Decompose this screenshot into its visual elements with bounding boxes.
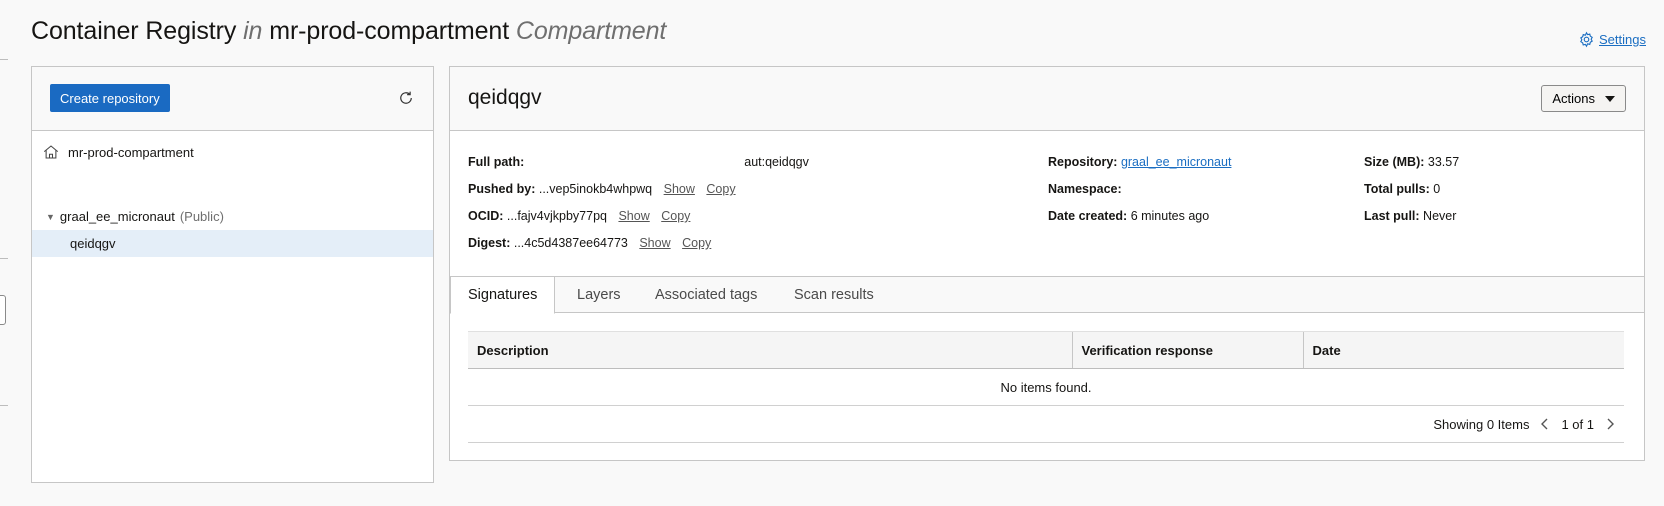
ocid-show-link[interactable]: Show <box>618 209 649 223</box>
tree-root-label: mr-prod-compartment <box>68 144 194 160</box>
column-verification-response[interactable]: Verification response <box>1071 331 1303 369</box>
column-description[interactable]: Description <box>468 331 1072 369</box>
size-value: 33.57 <box>1427 155 1460 169</box>
repo-name: graal_ee_micronaut <box>59 209 175 224</box>
digest-value: ...4c5d4387ee64773 <box>513 236 628 250</box>
digest-copy-link[interactable]: Copy <box>682 236 711 250</box>
create-repository-button[interactable]: Create repository <box>50 84 170 112</box>
repo-visibility: (Public) <box>179 209 224 224</box>
showing-count: Showing 0 Items <box>1433 416 1530 432</box>
actions-label: Actions <box>1552 91 1595 106</box>
edge-divider <box>0 258 8 259</box>
caret-down-icon <box>1605 95 1615 102</box>
actions-button[interactable]: Actions <box>1541 85 1626 112</box>
signatures-table-wrap: Description Verification response Date N… <box>468 331 1624 443</box>
repository-tree-panel: Create repository mr-prod-compartment ▼ … <box>31 66 434 483</box>
edge-divider <box>0 405 8 406</box>
edge-divider <box>0 59 8 60</box>
info-digest: Digest: ...4c5d4387ee64773 Show Copy <box>468 236 712 250</box>
tree-item-image[interactable]: qeidqgv <box>32 230 433 257</box>
full-path-value: aut:qeidqgv <box>744 155 809 169</box>
chevron-right-icon[interactable] <box>1602 416 1618 432</box>
settings-link[interactable]: Settings <box>1578 31 1646 48</box>
repository-link[interactable]: graal_ee_micronaut <box>1121 155 1232 169</box>
image-info: Full path: aut:qeidqgv Pushed by: ...vep5… <box>450 131 1644 276</box>
detail-tabs: Signatures Layers Associated tags Scan r… <box>450 276 1644 314</box>
home-icon <box>43 145 59 159</box>
info-repository: Repository: graal_ee_micronaut <box>1048 155 1232 169</box>
chevron-left-icon[interactable] <box>1537 416 1553 432</box>
tab-scan-results[interactable]: Scan results <box>794 277 874 313</box>
pushed-by-show-link[interactable]: Show <box>664 182 695 196</box>
detail-title: qeidqgv <box>468 86 542 109</box>
info-size: Size (MB): 33.57 <box>1364 155 1460 169</box>
gear-icon <box>1580 31 1593 48</box>
edge-input[interactable] <box>0 295 6 325</box>
info-full-path: Full path: aut:qeidqgv <box>468 155 809 169</box>
title-main: Container Registry <box>31 17 237 45</box>
info-date-created: Date created: 6 minutes ago <box>1048 209 1210 223</box>
title-compartment: mr-prod-compartment <box>269 17 510 45</box>
tab-signatures[interactable]: Signatures <box>450 276 556 314</box>
info-namespace: Namespace: <box>1048 182 1122 196</box>
info-ocid: OCID: ...fajv4vjkpby77pq Show Copy <box>468 209 691 223</box>
title-in: in <box>243 17 263 45</box>
tab-layers[interactable]: Layers <box>577 277 621 313</box>
signatures-table: Description Verification response Date N… <box>468 331 1624 406</box>
settings-label: Settings <box>1599 32 1646 47</box>
refresh-icon[interactable] <box>397 89 415 107</box>
pagination: Showing 0 Items 1 of 1 <box>468 406 1624 443</box>
pushed-by-value: ...vep5inokb4whpwq <box>538 182 653 196</box>
info-total-pulls: Total pulls: 0 <box>1364 182 1441 196</box>
date-created-value: 6 minutes ago <box>1130 209 1210 223</box>
last-pull-value: Never <box>1423 209 1457 223</box>
info-last-pull: Last pull: Never <box>1364 209 1457 223</box>
title-suffix: Compartment <box>515 17 667 45</box>
empty-message: No items found. <box>468 368 1624 406</box>
column-date[interactable]: Date <box>1302 331 1624 369</box>
pushed-by-copy-link[interactable]: Copy <box>706 182 735 196</box>
tree-body: mr-prod-compartment ▼ graal_ee_micronaut… <box>32 131 433 483</box>
caret-down-icon[interactable]: ▼ <box>46 212 55 222</box>
tree-item-compartment[interactable]: mr-prod-compartment <box>42 143 194 161</box>
total-pulls-value: 0 <box>1433 182 1441 196</box>
tree-toolbar: Create repository <box>32 67 433 131</box>
ocid-value: ...fajv4vjkpby77pq <box>506 209 607 223</box>
detail-header: qeidqgv Actions <box>450 67 1644 131</box>
info-pushed-by: Pushed by: ...vep5inokb4whpwq Show Copy <box>468 182 736 196</box>
digest-show-link[interactable]: Show <box>639 236 670 250</box>
ocid-copy-link[interactable]: Copy <box>661 209 690 223</box>
page-indicator: 1 of 1 <box>1561 416 1594 432</box>
image-detail-panel: qeidqgv Actions Full path: aut:qeidqgv Pu… <box>449 66 1645 461</box>
page-title: Container Registry in mr-prod-compartmen… <box>31 17 666 46</box>
tree-item-repository[interactable]: ▼ graal_ee_micronaut (Public) <box>46 209 224 224</box>
tab-associated-tags[interactable]: Associated tags <box>655 277 757 313</box>
